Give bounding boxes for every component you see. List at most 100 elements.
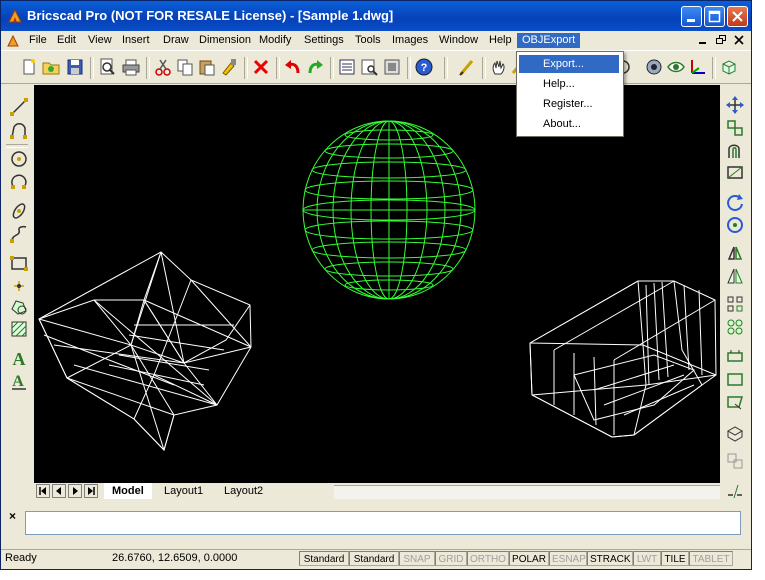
design-center-icon[interactable] xyxy=(382,57,402,77)
match-properties-icon[interactable] xyxy=(219,57,239,77)
delete-icon[interactable] xyxy=(251,57,271,77)
menu-window[interactable]: Window xyxy=(434,33,483,48)
command-input[interactable] xyxy=(25,511,741,535)
print-preview-icon[interactable] xyxy=(97,57,117,77)
minimize-button[interactable] xyxy=(681,6,702,27)
status-grid[interactable]: GRID xyxy=(435,551,467,566)
status-tablet[interactable]: TABLET xyxy=(689,551,733,566)
menu-item-export[interactable]: Export... xyxy=(519,55,619,73)
help-icon[interactable]: ? xyxy=(414,57,434,77)
undo-icon[interactable] xyxy=(283,57,303,77)
menu-help[interactable]: Help xyxy=(484,33,517,48)
status-dim-style[interactable]: Standard xyxy=(349,551,399,566)
menu-item-about[interactable]: About... xyxy=(519,115,619,133)
tab-model[interactable]: Model xyxy=(104,483,152,499)
status-lwt[interactable]: LWT xyxy=(633,551,661,566)
menu-settings[interactable]: Settings xyxy=(299,33,349,48)
circle-tool-icon[interactable] xyxy=(9,149,29,169)
next-tab-button[interactable] xyxy=(68,484,82,498)
menu-tools[interactable]: Tools xyxy=(350,33,386,48)
mirror-line-tool-icon[interactable] xyxy=(725,163,745,183)
line-tool-icon[interactable] xyxy=(9,97,29,117)
arc-tool-icon[interactable] xyxy=(9,172,29,192)
eye-icon[interactable] xyxy=(666,57,686,77)
model-space-drawing[interactable] xyxy=(34,85,720,483)
status-esnap[interactable]: ESNAP xyxy=(549,551,587,566)
menu-edit[interactable]: Edit xyxy=(52,33,81,48)
status-ortho[interactable]: ORTHO xyxy=(467,551,509,566)
drawing-canvas[interactable] xyxy=(34,85,720,483)
ucs-icon[interactable] xyxy=(688,57,708,77)
array-3d-tool-icon[interactable] xyxy=(725,317,745,337)
horizontal-scrollbar[interactable] xyxy=(334,485,720,499)
properties-icon[interactable] xyxy=(337,57,357,77)
multiline-text-tool-icon[interactable]: A xyxy=(9,371,29,391)
first-tab-button[interactable] xyxy=(36,484,50,498)
copy-icon[interactable] xyxy=(175,57,195,77)
previous-tab-button[interactable] xyxy=(52,484,66,498)
status-tile[interactable]: TILE xyxy=(661,551,689,566)
text-tool-icon[interactable]: A xyxy=(9,348,29,368)
menu-file[interactable]: File xyxy=(24,33,52,48)
rotate-3d-tool-icon[interactable] xyxy=(725,215,745,235)
hatch-tool-icon[interactable] xyxy=(9,319,29,339)
explode-tool-icon[interactable] xyxy=(725,451,745,471)
array-tool-icon[interactable] xyxy=(725,294,745,314)
mdi-minimize-icon[interactable] xyxy=(697,34,709,46)
status-snap[interactable]: SNAP xyxy=(399,551,435,566)
scale-tool-icon[interactable] xyxy=(725,369,745,389)
last-tab-button[interactable] xyxy=(84,484,98,498)
menu-objexport[interactable]: OBJExport xyxy=(517,33,581,48)
stretch-tool-icon[interactable] xyxy=(725,346,745,366)
mdi-close-icon[interactable] xyxy=(733,34,745,46)
rotate-tool-icon[interactable] xyxy=(725,192,745,212)
explorer-icon[interactable] xyxy=(359,57,379,77)
box-icon[interactable] xyxy=(719,57,739,77)
offset-tool-icon[interactable] xyxy=(725,141,745,161)
pencil-icon[interactable] xyxy=(457,57,477,77)
menu-item-register[interactable]: Register... xyxy=(519,95,619,113)
print-icon[interactable] xyxy=(121,57,141,77)
menu-images[interactable]: Images xyxy=(387,33,433,48)
region-tool-icon[interactable] xyxy=(9,297,29,317)
title-bar[interactable]: Bricscad Pro (NOT FOR RESALE License) - … xyxy=(1,1,751,31)
pan-icon[interactable] xyxy=(489,57,509,77)
save-icon[interactable] xyxy=(65,57,85,77)
document-icon[interactable] xyxy=(7,34,21,48)
mirror-tool-icon[interactable] xyxy=(725,243,745,263)
spline-tool-icon[interactable] xyxy=(9,224,29,244)
window-title: Bricscad Pro (NOT FOR RESALE License) - … xyxy=(27,8,394,23)
menu-draw[interactable]: Draw xyxy=(158,33,194,48)
close-button[interactable] xyxy=(727,6,748,27)
point-tool-icon[interactable] xyxy=(9,276,29,296)
tab-layout1[interactable]: Layout1 xyxy=(156,483,211,499)
application-window: Bricscad Pro (NOT FOR RESALE License) - … xyxy=(0,0,752,570)
mdi-restore-icon[interactable] xyxy=(715,34,727,46)
open-folder-icon[interactable] xyxy=(41,57,61,77)
extrude-tool-icon[interactable] xyxy=(725,423,745,443)
status-strack[interactable]: STRACK xyxy=(587,551,633,566)
status-polar[interactable]: POLAR xyxy=(509,551,549,566)
menu-item-help[interactable]: Help... xyxy=(519,75,619,93)
break-tool-icon[interactable] xyxy=(725,481,745,501)
cut-icon[interactable] xyxy=(153,57,173,77)
menu-insert[interactable]: Insert xyxy=(117,33,155,48)
copy-object-tool-icon[interactable] xyxy=(725,118,745,138)
menu-modify[interactable]: Modify xyxy=(254,33,296,48)
trim-tool-icon[interactable] xyxy=(725,392,745,412)
menu-view[interactable]: View xyxy=(83,33,117,48)
polyline-tool-icon[interactable] xyxy=(9,120,29,140)
render-icon[interactable] xyxy=(644,57,664,77)
redo-icon[interactable] xyxy=(305,57,325,77)
mirror-3d-tool-icon[interactable] xyxy=(725,266,745,286)
move-tool-icon[interactable] xyxy=(725,95,745,115)
maximize-button[interactable] xyxy=(704,6,725,27)
menu-dimension[interactable]: Dimension xyxy=(194,33,256,48)
command-close-icon[interactable]: × xyxy=(9,510,19,522)
rectangle-tool-icon[interactable] xyxy=(9,253,29,273)
tab-layout2[interactable]: Layout2 xyxy=(216,483,271,499)
new-file-icon[interactable] xyxy=(19,57,39,77)
ellipse-tool-icon[interactable] xyxy=(9,201,29,221)
paste-icon[interactable] xyxy=(197,57,217,77)
status-text-style[interactable]: Standard xyxy=(299,551,349,566)
